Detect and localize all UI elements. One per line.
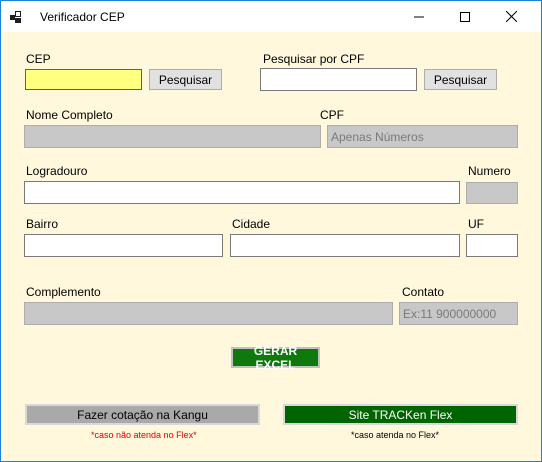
maximize-icon xyxy=(460,11,470,22)
logradouro-label: Logradouro xyxy=(26,164,88,178)
contato-label: Contato xyxy=(402,285,445,299)
numero-label: Numero xyxy=(468,164,511,178)
complemento-label: Complemento xyxy=(26,285,101,299)
minimize-icon xyxy=(414,16,424,17)
title-bar[interactable]: Verificador CEP xyxy=(1,1,541,32)
cpf-search-label: Pesquisar por CPF xyxy=(263,52,365,66)
cidade-label: Cidade xyxy=(232,217,271,231)
window-title: Verificador CEP xyxy=(40,10,125,24)
cpf-label: CPF xyxy=(320,108,344,122)
logradouro-input[interactable] xyxy=(24,181,460,204)
cep-label: CEP xyxy=(26,52,51,66)
numero-input[interactable] xyxy=(466,182,518,204)
nome-label: Nome Completo xyxy=(26,108,113,122)
uf-input[interactable] xyxy=(466,234,518,257)
tracken-site-button[interactable]: Site TRACKen Flex xyxy=(283,404,518,425)
cidade-input[interactable] xyxy=(230,234,460,257)
cep-search-button[interactable]: Pesquisar xyxy=(149,69,222,90)
uf-label: UF xyxy=(468,217,484,231)
kangu-quote-button[interactable]: Fazer cotação na Kangu xyxy=(25,404,260,425)
nome-input[interactable] xyxy=(24,125,321,148)
app-icon xyxy=(10,11,21,23)
bairro-input[interactable] xyxy=(24,234,223,257)
tracken-note: *caso atenda no Flex* xyxy=(351,430,440,440)
kangu-note: *caso não atenda no Flex* xyxy=(91,430,197,440)
contato-input[interactable] xyxy=(399,302,518,325)
minimize-button[interactable] xyxy=(396,1,442,32)
cep-input[interactable] xyxy=(25,69,142,90)
cpf-search-input[interactable] xyxy=(260,68,417,91)
gerar-excel-button[interactable]: GERAR EXCEL xyxy=(231,344,320,372)
close-button[interactable] xyxy=(488,1,534,32)
cpf-input[interactable] xyxy=(327,125,518,148)
cpf-search-button[interactable]: Pesquisar xyxy=(424,69,497,90)
app-window: Verificador CEP CEP Pesquisar Pesquisar … xyxy=(0,0,542,462)
maximize-button[interactable] xyxy=(442,1,488,32)
complemento-input[interactable] xyxy=(24,302,393,325)
close-icon xyxy=(505,11,517,22)
bairro-label: Bairro xyxy=(26,217,59,231)
